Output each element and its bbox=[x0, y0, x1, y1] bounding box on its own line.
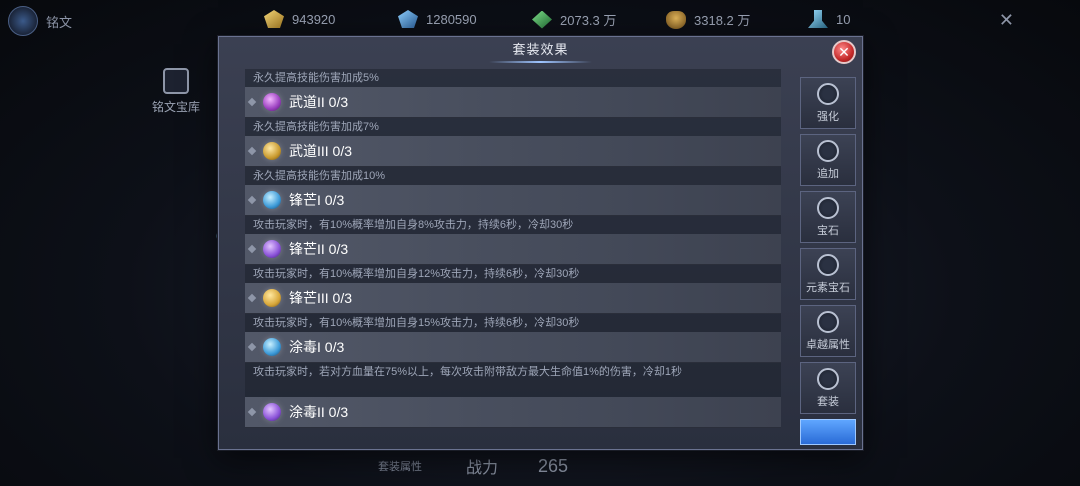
set-item-row[interactable]: 武道II 0/3 bbox=[245, 87, 781, 118]
set-item-row[interactable]: 涂毒I 0/3 bbox=[245, 332, 781, 363]
tab-label: 宝石 bbox=[817, 223, 839, 237]
resource-value: 2073.3 万 bbox=[560, 13, 617, 28]
resource-value: 10 bbox=[836, 11, 851, 27]
tab-label: 元素宝石 bbox=[806, 280, 850, 294]
tab-excellent-attributes[interactable]: 卓越属性 bbox=[800, 305, 856, 357]
pin-icon bbox=[247, 195, 257, 205]
plus-circle-icon bbox=[817, 139, 839, 162]
set-item-row[interactable]: 锋芒III 0/3 bbox=[245, 283, 781, 314]
page-title: 铭文 bbox=[46, 14, 73, 30]
money-bag-icon bbox=[666, 10, 686, 29]
gold-gem-icon bbox=[264, 10, 284, 28]
tab-gem[interactable]: 宝石 bbox=[800, 191, 856, 243]
wing-emblem-icon bbox=[817, 367, 839, 390]
set-attributes-button[interactable]: 套装属性 bbox=[378, 458, 422, 474]
effect-description: 攻击玩家时，有10%概率增加自身12%攻击力，持续6秒，冷却30秒 bbox=[245, 265, 781, 283]
pin-icon bbox=[247, 293, 257, 303]
tab-label: 卓越属性 bbox=[806, 337, 850, 351]
page-header: 铭文 bbox=[8, 6, 72, 36]
tab-label: 套装 bbox=[817, 394, 839, 408]
tab-strengthen[interactable]: 强化 bbox=[800, 77, 856, 129]
dialog-close-button[interactable]: ✕ bbox=[832, 40, 856, 64]
inscription-vault-button[interactable]: 铭文宝库 bbox=[148, 68, 204, 115]
gem-icon bbox=[263, 191, 281, 209]
gem-icon bbox=[263, 240, 281, 258]
side-tabs: 强化 追加 宝石 元素宝石 卓越属性 套装 bbox=[800, 77, 856, 445]
set-item-row[interactable]: 涂毒II 0/3 bbox=[245, 397, 781, 428]
pin-icon bbox=[247, 407, 257, 417]
gem-icon bbox=[263, 403, 281, 421]
tab-label: 强化 bbox=[817, 109, 839, 123]
set-item-row[interactable]: 武道III 0/3 bbox=[245, 136, 781, 167]
tab-append[interactable]: 追加 bbox=[800, 134, 856, 186]
effect-description: 永久提高技能伤害加成7% bbox=[245, 118, 781, 136]
effect-description: 攻击玩家时，有10%概率增加自身8%攻击力，持续6秒，冷却30秒 bbox=[245, 216, 781, 234]
effect-description: 永久提高技能伤害加成10% bbox=[245, 167, 781, 185]
gem-icon bbox=[263, 93, 281, 111]
gem-socket-icon bbox=[817, 196, 839, 219]
pin-icon bbox=[247, 244, 257, 254]
set-effect-list[interactable]: 永久提高技能伤害加成5% 武道II 0/3 永久提高技能伤害加成7% 武道III… bbox=[245, 69, 781, 429]
top-bar: 铭文 943920 1280590 2073.3 万 3318.2 万 10 ✕ bbox=[0, 0, 1080, 40]
resource-gold-gem[interactable]: 943920 bbox=[264, 10, 335, 28]
set-item-name: 涂毒I 0/3 bbox=[289, 339, 345, 355]
set-item-row[interactable]: 锋芒II 0/3 bbox=[245, 234, 781, 265]
vault-icon bbox=[163, 68, 189, 94]
effect-description: 永久提高技能伤害加成5% bbox=[245, 69, 781, 87]
resource-blue-gem[interactable]: 1280590 bbox=[398, 10, 477, 28]
resource-value: 3318.2 万 bbox=[694, 13, 751, 28]
element-gem-icon bbox=[817, 253, 839, 276]
power-value: 265 bbox=[538, 455, 569, 476]
power-label: 战力 bbox=[466, 460, 499, 477]
gem-icon bbox=[263, 142, 281, 160]
set-item-name: 武道III 0/3 bbox=[289, 143, 353, 159]
resource-money-bag[interactable]: 3318.2 万 bbox=[666, 10, 750, 29]
set-item-name: 锋芒II 0/3 bbox=[289, 241, 349, 257]
sword-icon bbox=[817, 310, 839, 333]
dialog-title: 套装效果 bbox=[219, 37, 862, 65]
pin-icon bbox=[247, 342, 257, 352]
effect-description: 攻击玩家时，有10%概率增加自身15%攻击力，持续6秒，冷却30秒 bbox=[245, 314, 781, 332]
resource-leaf[interactable]: 2073.3 万 bbox=[532, 10, 616, 29]
pin-icon bbox=[247, 97, 257, 107]
resource-key[interactable]: 10 bbox=[808, 10, 850, 28]
tab-element-gem[interactable]: 元素宝石 bbox=[800, 248, 856, 300]
bottom-bar: 套装属性 战力 265 bbox=[370, 446, 730, 486]
tab-set[interactable]: 套装 bbox=[800, 362, 856, 414]
gem-icon bbox=[263, 338, 281, 356]
set-item-name: 武道II 0/3 bbox=[289, 94, 349, 110]
page-close-icon[interactable]: ✕ bbox=[999, 10, 1014, 31]
set-item-name: 锋芒I 0/3 bbox=[289, 192, 345, 208]
key-icon bbox=[808, 10, 828, 28]
resource-value: 1280590 bbox=[426, 11, 477, 27]
set-effect-dialog: 套装效果 ✕ 永久提高技能伤害加成5% 武道II 0/3 永久提高技能伤害加成7… bbox=[218, 36, 863, 450]
blue-gem-icon bbox=[398, 10, 418, 28]
set-item-name: 涂毒II 0/3 bbox=[289, 404, 349, 420]
effect-description: 攻击玩家时，若对方血量在75%以上，每次攻击附带敌方最大生命值1%的伤害，冷却1… bbox=[245, 363, 781, 397]
tab-active-partial[interactable] bbox=[800, 419, 856, 445]
tab-label: 追加 bbox=[817, 166, 839, 180]
vault-label: 铭文宝库 bbox=[151, 100, 200, 114]
anvil-icon bbox=[817, 82, 839, 105]
gem-icon bbox=[263, 289, 281, 307]
set-item-name: 锋芒III 0/3 bbox=[289, 290, 353, 306]
resource-value: 943920 bbox=[292, 11, 336, 27]
pin-icon bbox=[247, 146, 257, 156]
leaf-icon bbox=[532, 10, 552, 29]
set-item-row[interactable]: 锋芒I 0/3 bbox=[245, 185, 781, 216]
emblem-icon bbox=[8, 6, 38, 36]
